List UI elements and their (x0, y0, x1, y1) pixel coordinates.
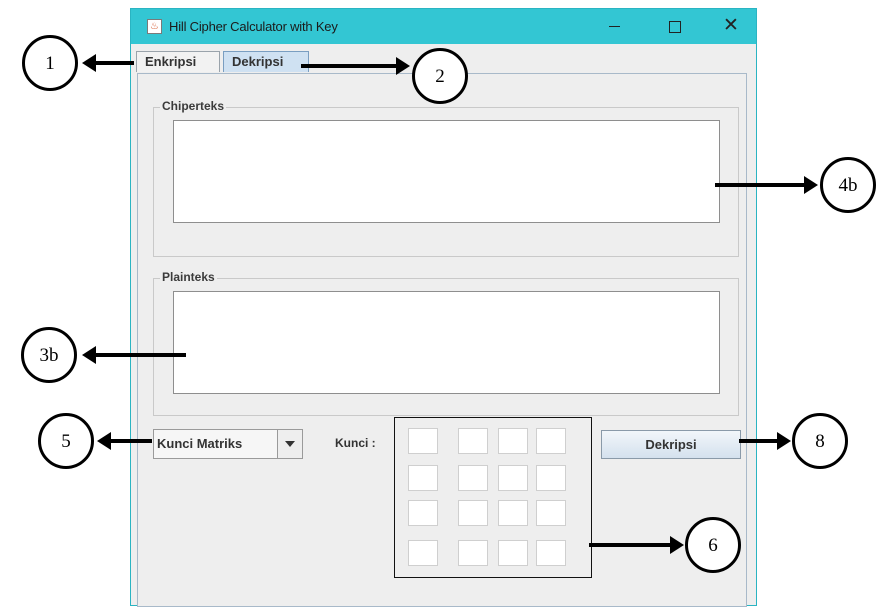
arrow-5-head (97, 432, 111, 450)
key-cell[interactable] (458, 540, 488, 566)
plaintext-group: Plainteks (153, 270, 739, 416)
window-title: Hill Cipher Calculator with Key (169, 19, 338, 34)
callout-8: 8 (792, 413, 848, 469)
callout-3b: 3b (21, 327, 77, 383)
arrow-6-head (670, 536, 684, 554)
java-app-icon: ♨ (147, 19, 162, 34)
tab-dekripsi[interactable]: Dekripsi (223, 51, 309, 72)
minimize-icon (609, 26, 620, 27)
maximize-icon (669, 21, 681, 33)
arrow-8-head (777, 432, 791, 450)
tab-enkripsi[interactable]: Enkripsi (136, 51, 220, 72)
decrypt-button[interactable]: Dekripsi (601, 430, 741, 459)
ciphertext-label: Chiperteks (160, 99, 227, 113)
close-icon: ✕ (723, 14, 739, 36)
minimize-button[interactable] (591, 9, 637, 44)
callout-4b: 4b (820, 157, 876, 213)
key-label: Kunci : (335, 436, 376, 450)
arrow-2 (301, 64, 399, 68)
key-matrix-grid (394, 417, 592, 578)
key-cell[interactable] (498, 428, 528, 454)
ciphertext-group: Chiperteks (153, 99, 739, 257)
ciphertext-textarea[interactable] (173, 120, 720, 223)
key-matrix-dropdown[interactable]: Kunci Matriks (153, 429, 303, 459)
key-cell[interactable] (458, 500, 488, 526)
key-cell[interactable] (408, 465, 438, 491)
dekripsi-panel: Chiperteks Plainteks Kunci Matriks Kunci… (137, 73, 747, 607)
plaintext-textarea[interactable] (173, 291, 720, 394)
chevron-down-icon[interactable] (277, 430, 302, 458)
key-cell[interactable] (408, 540, 438, 566)
arrow-8 (739, 439, 781, 443)
key-cell[interactable] (498, 465, 528, 491)
arrow-3b (94, 353, 186, 357)
key-cell[interactable] (498, 500, 528, 526)
close-button[interactable]: ✕ (709, 9, 755, 44)
arrow-5 (108, 439, 152, 443)
key-cell[interactable] (408, 500, 438, 526)
callout-2: 2 (412, 48, 468, 104)
callout-6: 6 (685, 517, 741, 573)
maximize-button[interactable] (653, 9, 699, 44)
key-matrix-dropdown-value: Kunci Matriks (157, 436, 243, 451)
arrow-1 (92, 61, 134, 65)
arrow-3b-head (82, 346, 96, 364)
key-cell[interactable] (536, 540, 566, 566)
key-cell[interactable] (408, 428, 438, 454)
plaintext-label: Plainteks (160, 270, 217, 284)
title-bar[interactable]: ♨ Hill Cipher Calculator with Key ✕ (131, 9, 756, 44)
arrow-4b-head (804, 176, 818, 194)
key-cell[interactable] (458, 428, 488, 454)
callout-1: 1 (22, 35, 78, 91)
key-cell[interactable] (458, 465, 488, 491)
arrow-2-head (396, 57, 410, 75)
callout-5: 5 (38, 413, 94, 469)
arrow-1-head (82, 54, 96, 72)
key-cell[interactable] (536, 500, 566, 526)
arrow-6 (589, 543, 673, 547)
key-cell[interactable] (536, 465, 566, 491)
key-cell[interactable] (498, 540, 528, 566)
key-cell[interactable] (536, 428, 566, 454)
arrow-4b (715, 183, 807, 187)
